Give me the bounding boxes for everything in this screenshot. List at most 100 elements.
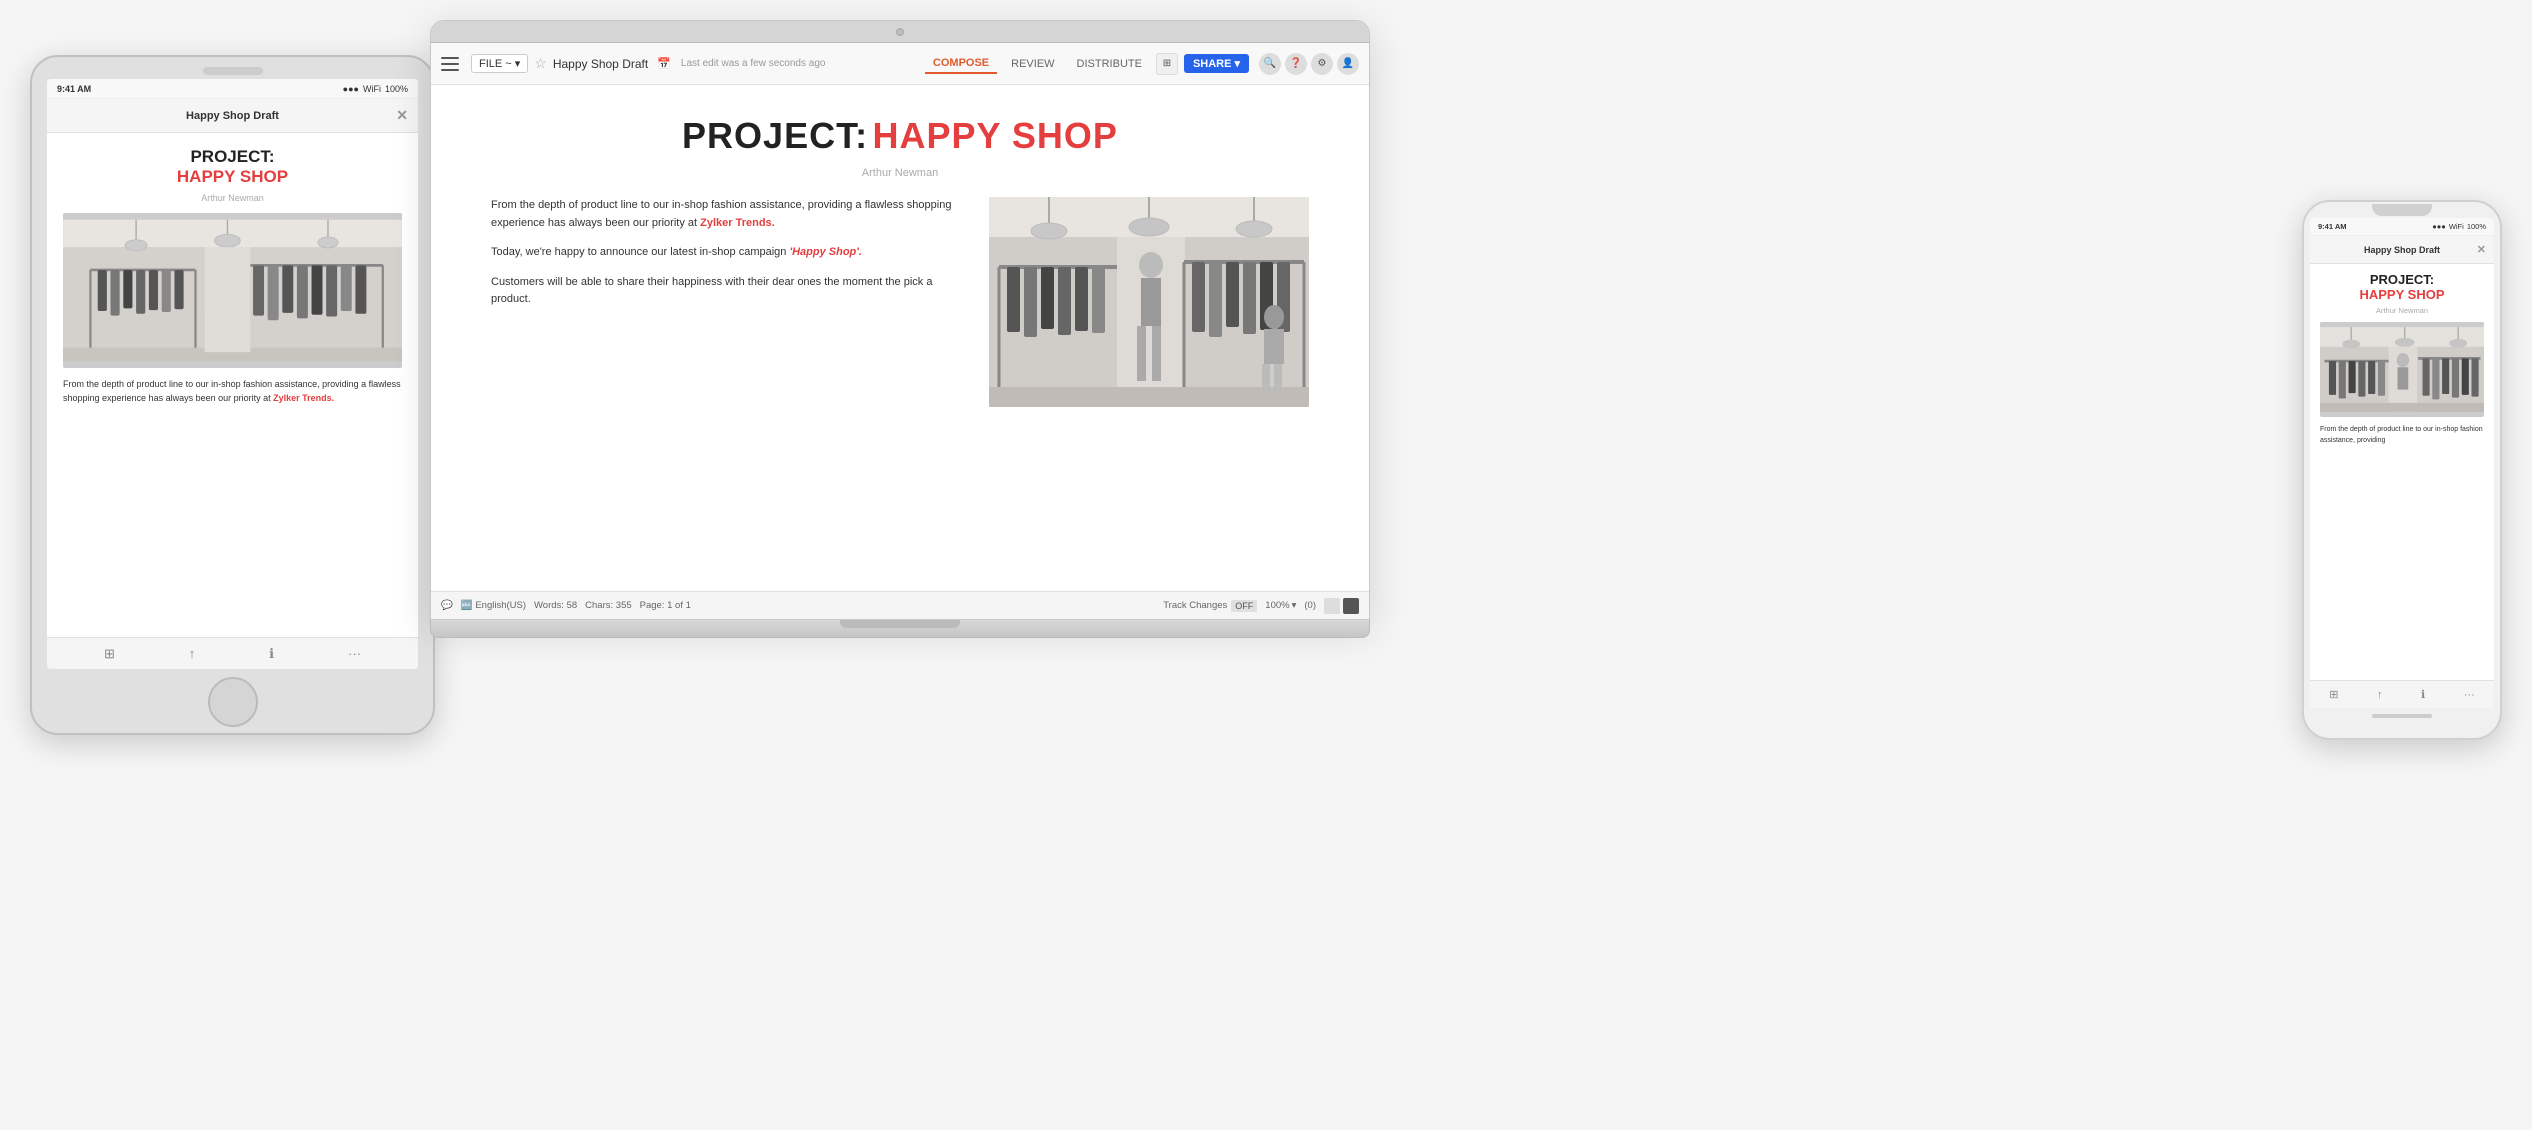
user-icon-3: ⚙ [1311, 53, 1333, 75]
word-count: Words: 58 [534, 600, 577, 611]
calendar-icon: 📅 [657, 57, 671, 70]
file-menu-button[interactable]: FILE ~ ▾ [471, 54, 528, 73]
share-chevron-icon: ▾ [1234, 57, 1240, 70]
page-info: Page: 1 of 1 [640, 600, 691, 611]
laptop-screen: FILE ~ ▾ ☆ Happy Shop Draft 📅 Last edit … [431, 43, 1369, 619]
phone-footer-icon-4[interactable]: ··· [2464, 689, 2475, 701]
phone-time: 9:41 AM [2318, 222, 2346, 231]
phone-home-bar[interactable] [2372, 714, 2432, 718]
char-count: Chars: 355 [585, 600, 631, 611]
doc-title-prefix: PROJECT: [682, 115, 868, 156]
comments-count[interactable]: (0) [1304, 600, 1316, 611]
phone-doc-header: Happy Shop Draft ✕ [2310, 236, 2494, 264]
laptop-camera-bar [431, 21, 1369, 43]
doc-paragraph-1: From the depth of product line to our in… [491, 197, 965, 232]
tablet-title-prefix: PROJECT: [63, 147, 402, 167]
tablet-footer-icon-3[interactable]: ℹ [269, 646, 274, 662]
tablet-title-highlight: HAPPY SHOP [63, 167, 402, 187]
view-toggle-icons [1324, 598, 1359, 614]
tablet-shop-image [63, 213, 402, 368]
laptop-body: FILE ~ ▾ ☆ Happy Shop Draft 📅 Last edit … [430, 20, 1370, 620]
scene: 9:41 AM ●●● WiFi 100% Happy Shop Draft ✕… [0, 0, 2532, 1130]
view-icon-1[interactable] [1324, 598, 1340, 614]
track-changes-toggle[interactable]: Track Changes OFF [1163, 600, 1257, 612]
tablet-body: 9:41 AM ●●● WiFi 100% Happy Shop Draft ✕… [30, 55, 435, 735]
doc-text-column: From the depth of product line to our in… [491, 197, 965, 321]
tablet-device: 9:41 AM ●●● WiFi 100% Happy Shop Draft ✕… [30, 55, 435, 735]
document-title[interactable]: Happy Shop Draft [553, 57, 648, 71]
distribute-tab[interactable]: DISTRIBUTE [1069, 55, 1150, 73]
phone-footer-icon-3[interactable]: ℹ [2421, 688, 2425, 701]
hamburger-menu-icon[interactable] [441, 57, 459, 71]
tablet-status-bar: 9:41 AM ●●● WiFi 100% [47, 79, 418, 99]
document-content: PROJECT: HAPPY SHOP Arthur Newman From t… [431, 85, 1369, 427]
phone-doc-title: Happy Shop Draft [2364, 245, 2440, 255]
tablet-screen: 9:41 AM ●●● WiFi 100% Happy Shop Draft ✕… [47, 79, 418, 669]
tablet-wifi-icon: ●●● [343, 84, 359, 94]
laptop-device: FILE ~ ▾ ☆ Happy Shop Draft 📅 Last edit … [430, 20, 1370, 660]
document-title-block: PROJECT: HAPPY SHOP [491, 115, 1309, 157]
tablet-top-bar [203, 67, 263, 75]
present-icon-button[interactable]: ⊞ [1156, 53, 1178, 75]
tablet-para: From the depth of product line to our in… [63, 378, 402, 406]
phone-battery: 100% [2467, 222, 2486, 231]
favorite-star-icon[interactable]: ☆ [534, 55, 547, 72]
phone-notch [2372, 204, 2432, 216]
language-indicator[interactable]: 🔤 English(US) [461, 600, 526, 611]
view-icon-2[interactable] [1343, 598, 1359, 614]
phone-shop-image [2320, 322, 2484, 417]
tablet-footer-icon-4[interactable]: ··· [348, 646, 361, 661]
document-shop-image [989, 197, 1309, 407]
laptop-camera [896, 28, 904, 36]
phone-status-bar: 9:41 AM ●●● WiFi 100% [2310, 218, 2494, 236]
tablet-footer-bar: ⊞ ↑ ℹ ··· [47, 637, 418, 669]
phone-author: Arthur Newman [2320, 306, 2484, 315]
phone-doc-content: PROJECT: HAPPY SHOP Arthur Newman [2310, 264, 2494, 454]
doc-paragraph-3: Customers will be able to share their ha… [491, 274, 965, 309]
laptop-toolbar: FILE ~ ▾ ☆ Happy Shop Draft 📅 Last edit … [431, 43, 1369, 85]
phone-screen: 9:41 AM ●●● WiFi 100% Happy Shop Draft ✕… [2310, 218, 2494, 708]
tablet-footer-icon-1[interactable]: ⊞ [104, 646, 115, 662]
phone-signal-icon: ●●● [2432, 222, 2446, 231]
doc-paragraph-2: Today, we're happy to announce our lates… [491, 244, 965, 262]
laptop-base [430, 620, 1370, 638]
compose-tab[interactable]: COMPOSE [925, 54, 997, 74]
user-icon-2: ❓ [1285, 53, 1307, 75]
review-tab[interactable]: REVIEW [1003, 55, 1062, 73]
tablet-author: Arthur Newman [63, 193, 402, 203]
tablet-home-button[interactable] [208, 677, 258, 727]
user-icon-1: 🔍 [1259, 53, 1281, 75]
doc-author: Arthur Newman [491, 167, 1309, 179]
doc-title-happy: HAPPY SHOP [873, 115, 1118, 156]
zoom-chevron-icon: ▾ [1292, 600, 1297, 611]
tablet-doc-header: Happy Shop Draft ✕ [47, 99, 418, 133]
phone-title-highlight: HAPPY SHOP [2320, 287, 2484, 302]
phone-wifi-label: WiFi [2449, 222, 2464, 231]
laptop-notch [840, 620, 960, 628]
phone-close-button[interactable]: ✕ [2477, 243, 2486, 256]
tablet-doc-content: PROJECT: HAPPY SHOP Arthur Newman [47, 133, 418, 420]
autosave-status: Last edit was a few seconds ago [681, 58, 826, 69]
tablet-wifi-label: WiFi [363, 84, 381, 94]
tablet-close-button[interactable]: ✕ [396, 107, 408, 124]
language-flag: 🔤 [461, 600, 473, 611]
phone-footer-bar: ⊞ ↑ ℹ ··· [2310, 680, 2494, 708]
user-avatar: 👤 [1337, 53, 1359, 75]
document-footer: 💬 🔤 English(US) Words: 58 Chars: 355 [431, 591, 1369, 619]
tablet-footer-icon-2[interactable]: ↑ [189, 646, 196, 661]
tablet-battery: 100% [385, 84, 408, 94]
phone-title-prefix: PROJECT: [2320, 272, 2484, 287]
zoom-control[interactable]: 100% ▾ [1265, 600, 1296, 611]
tablet-time: 9:41 AM [57, 84, 91, 94]
phone-paragraph: From the depth of product line to our in… [2320, 425, 2484, 446]
doc-body-row: From the depth of product line to our in… [491, 197, 1309, 407]
share-button[interactable]: SHARE ▾ [1184, 54, 1249, 73]
phone-body: 9:41 AM ●●● WiFi 100% Happy Shop Draft ✕… [2302, 200, 2502, 740]
phone-footer-icon-1[interactable]: ⊞ [2329, 688, 2338, 701]
phone-footer-icon-2[interactable]: ↑ [2377, 689, 2383, 701]
phone-device: 9:41 AM ●●● WiFi 100% Happy Shop Draft ✕… [2302, 200, 2502, 740]
user-icons-group: 🔍 ❓ ⚙ 👤 [1259, 53, 1359, 75]
file-dropdown-icon: ▾ [515, 57, 521, 70]
tablet-doc-title: Happy Shop Draft [186, 110, 279, 122]
chat-icon[interactable]: 💬 [441, 600, 453, 611]
